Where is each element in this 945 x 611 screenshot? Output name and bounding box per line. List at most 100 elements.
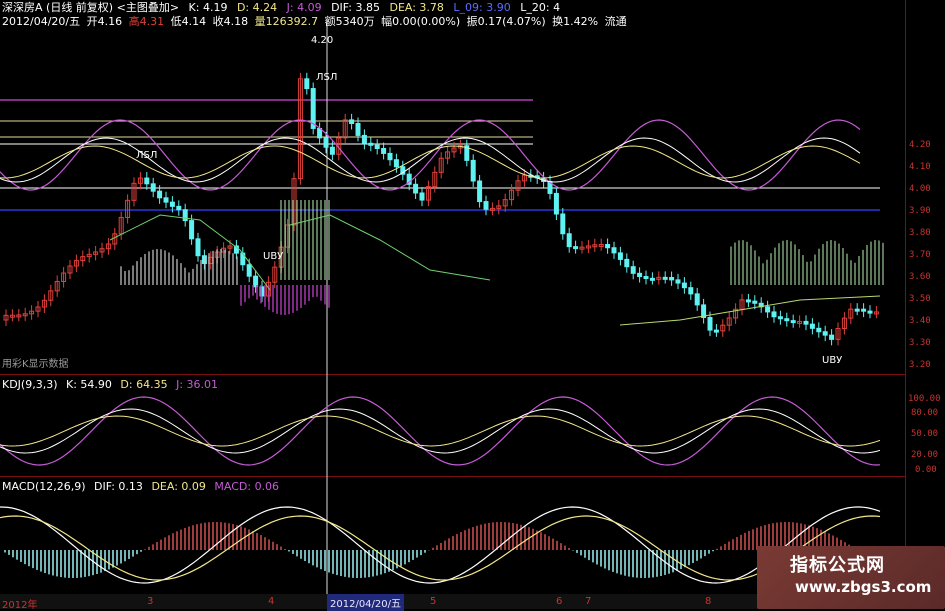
volume-bar (312, 285, 314, 297)
candle-body (247, 265, 251, 276)
macd-bar (80, 550, 82, 578)
macd-bar (344, 550, 346, 577)
macd-bar (384, 550, 386, 573)
macd-bar (392, 550, 394, 570)
macd-bar (624, 550, 626, 576)
candle-body (612, 248, 616, 253)
kdj-d: D: 64.35 (120, 378, 167, 391)
macd-bar (152, 544, 154, 550)
macd-bar (52, 550, 54, 575)
candle-body (350, 120, 354, 124)
volume-bar (858, 256, 860, 285)
macd-bar (288, 550, 290, 551)
volume-bar (180, 263, 182, 285)
macd-bar (280, 547, 282, 550)
candle-body (766, 307, 770, 312)
macd-bar (580, 550, 582, 555)
macd-bar (216, 522, 218, 550)
volume-bar (770, 253, 772, 285)
candle-body (791, 321, 795, 323)
macd-bar (36, 550, 38, 570)
y-tick: 3.70 (909, 250, 931, 260)
macd-bar (164, 537, 166, 550)
candle-body (330, 147, 334, 154)
overlay-d-line (0, 146, 860, 178)
macd-bar (584, 550, 586, 558)
macd-bar (56, 550, 58, 576)
macd-bar (704, 550, 706, 556)
candle-body (567, 234, 571, 247)
macd-bar (264, 537, 266, 550)
macd-bar (256, 533, 258, 550)
kdj-label: KDJ(9,3,3) K: 54.90 D: 64.35 J: 36.01 (2, 378, 223, 391)
macd-bar (8, 550, 10, 555)
macd-bar (504, 522, 506, 550)
macd-bar (340, 550, 342, 576)
macd-bar (16, 550, 18, 560)
macd-bar (544, 534, 546, 550)
macd-bar (108, 550, 110, 569)
macd-bar (456, 534, 458, 550)
volume-bar (874, 240, 876, 285)
macd-bar (728, 542, 730, 550)
volume-bar (786, 240, 788, 285)
macd-bar (200, 523, 202, 550)
y-tick: 4.10 (909, 162, 931, 172)
candle-body (305, 79, 309, 89)
macd-bar (484, 524, 486, 550)
macd-bar (120, 550, 122, 563)
macd-bar (332, 550, 334, 574)
signal-annotation-4: UBУ (822, 355, 842, 366)
candle-body (682, 283, 686, 288)
volume-bar (802, 255, 804, 285)
candle-body (817, 328, 821, 331)
macd-bar (712, 550, 714, 551)
volume-bar (128, 270, 130, 285)
y-tick: 3.40 (909, 316, 931, 326)
volume-bar (846, 254, 848, 285)
volume-bar (276, 285, 278, 314)
macd-bar (188, 527, 190, 550)
watermark-url: www.zbgs3.com (795, 578, 931, 596)
candle-body (714, 330, 718, 332)
macd-bar (24, 550, 26, 564)
volume-bar (208, 253, 210, 285)
macd-bar (496, 522, 498, 550)
macd-bar (172, 533, 174, 550)
candle-body (830, 335, 834, 339)
volume-bar (790, 241, 792, 285)
volume-bar (172, 255, 174, 285)
macd-bar (596, 550, 598, 565)
volume-bar (160, 249, 162, 285)
candle-body (190, 221, 194, 239)
kdj-d-line (0, 416, 880, 446)
y-tick: 3.90 (909, 206, 931, 216)
candle-body (670, 278, 674, 280)
volume-bar (240, 285, 242, 306)
macd-bar (324, 550, 326, 571)
macd-bar (636, 550, 638, 578)
candle-body (804, 321, 808, 324)
candle-body (810, 324, 814, 328)
candle-body (606, 244, 610, 247)
volume-bar (292, 200, 294, 280)
macd-bar (684, 550, 686, 567)
volume-bar (144, 254, 146, 285)
macd-bar (316, 550, 318, 567)
macd-bar (680, 550, 682, 569)
macd-bar (248, 529, 250, 550)
macd-bar (408, 550, 410, 562)
macd-bar (720, 546, 722, 550)
volume-bar (296, 285, 298, 311)
macd-bar (44, 550, 46, 573)
macd-bar (68, 550, 70, 578)
volume-bar (838, 244, 840, 285)
volume-bar (272, 285, 274, 312)
volume-bar (248, 285, 250, 298)
candle-body (772, 312, 776, 317)
candle-body (414, 184, 418, 193)
macd-bar (60, 550, 62, 577)
price-chart-canvas[interactable] (0, 0, 905, 594)
macd-bar (116, 550, 118, 566)
volume-bar (762, 263, 764, 285)
